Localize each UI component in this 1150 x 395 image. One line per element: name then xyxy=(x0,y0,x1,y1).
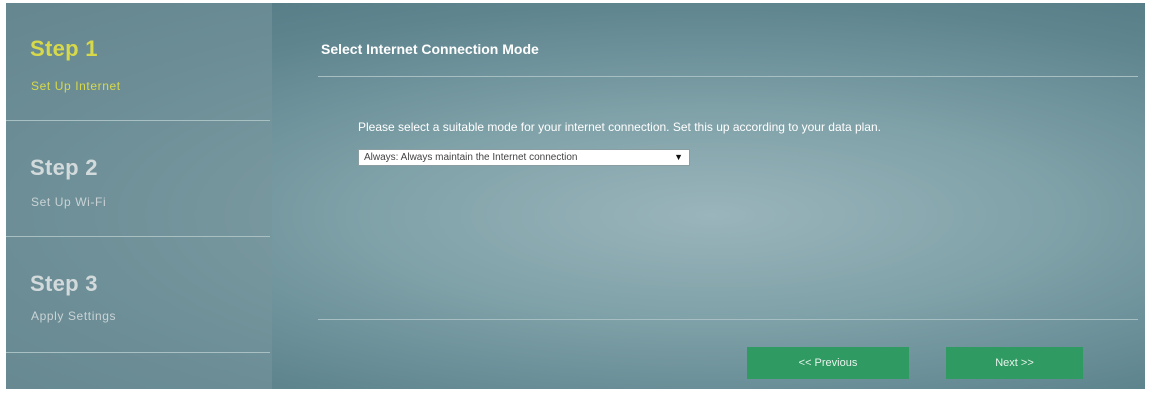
step-label: Set Up Wi-Fi xyxy=(31,195,107,209)
connection-mode-selected-value: Always: Always maintain the Internet con… xyxy=(364,152,578,163)
steps-sidebar: Step 1 Set Up Internet Step 2 Set Up Wi-… xyxy=(6,3,272,389)
sidebar-step-3[interactable]: Step 3 Apply Settings xyxy=(6,237,272,354)
title-divider xyxy=(318,76,1138,77)
connection-mode-select[interactable]: Always: Always maintain the Internet con… xyxy=(358,149,690,166)
step-divider xyxy=(6,352,270,353)
step-number: Step 1 xyxy=(30,36,98,61)
step-number: Step 2 xyxy=(30,155,98,180)
setup-wizard-panel: Step 1 Set Up Internet Step 2 Set Up Wi-… xyxy=(6,3,1145,389)
page-title: Select Internet Connection Mode xyxy=(321,41,539,57)
step-number: Step 3 xyxy=(30,271,98,296)
dropdown-arrow-icon: ▼ xyxy=(674,152,683,162)
previous-button[interactable]: << Previous xyxy=(747,347,909,379)
footer-divider xyxy=(318,319,1138,320)
step-label: Set Up Internet xyxy=(31,79,121,93)
step-label: Apply Settings xyxy=(31,309,117,323)
next-button[interactable]: Next >> xyxy=(946,347,1083,379)
sidebar-step-2[interactable]: Step 2 Set Up Wi-Fi xyxy=(6,121,272,238)
sidebar-step-1[interactable]: Step 1 Set Up Internet xyxy=(6,3,272,120)
mode-description: Please select a suitable mode for your i… xyxy=(358,120,881,134)
